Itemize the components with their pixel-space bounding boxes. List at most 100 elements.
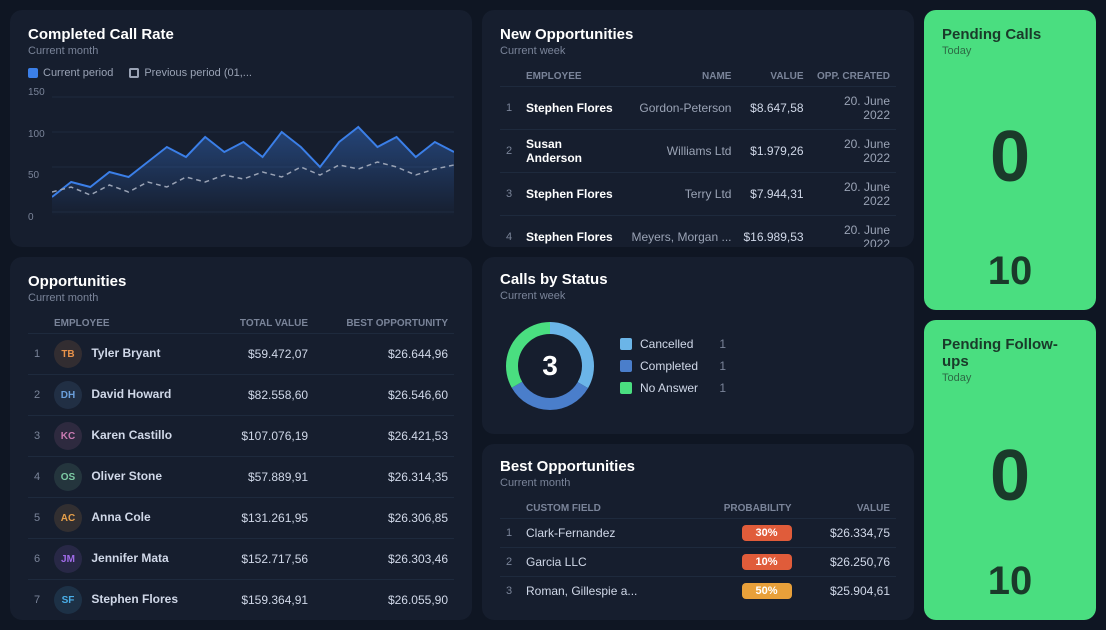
col-probability: PROBABILITY — [689, 499, 798, 519]
opportunities-title: Opportunities — [28, 273, 454, 290]
best-opp-table: CUSTOM FIELD PROBABILITY VALUE 1 Clark-F… — [500, 499, 896, 605]
row-employee: Susan Anderson — [520, 130, 625, 173]
employee-name: Jennifer Mata — [91, 551, 168, 565]
pending-cards-container: Pending Calls Today 0 10 Pending Follow-… — [924, 10, 1096, 620]
row-rank: 2 — [500, 547, 520, 576]
row-rank: 4 — [28, 457, 48, 498]
row-total-value: $107.076,19 — [215, 416, 314, 457]
row-employee: DH David Howard — [48, 375, 215, 416]
row-name: Clark-Fernandez — [520, 518, 689, 547]
row-name: Garcia LLC — [520, 547, 689, 576]
best-opportunities-title: Best Opportunities — [500, 458, 896, 475]
row-name: Williams Ltd — [625, 130, 738, 173]
pending-followups-sub-number: 10 — [942, 559, 1078, 604]
new-opportunities-title: New Opportunities — [500, 26, 896, 43]
chart-legend: Current period Previous period (01,... — [28, 67, 454, 79]
cancelled-dot — [620, 338, 632, 350]
table-row: 6 JM Jennifer Mata $152.717,56 $26.303,4… — [28, 539, 454, 580]
col-value: VALUE — [737, 67, 809, 87]
row-value: $25.904,61 — [798, 576, 896, 605]
row-name: Terry Ltd — [625, 173, 738, 216]
row-employee: AC Anna Cole — [48, 498, 215, 539]
row-value: $26.334,75 — [798, 518, 896, 547]
employee-name: Oliver Stone — [91, 469, 162, 483]
legend-previous: Previous period (01,... — [129, 67, 252, 79]
avatar: DH — [54, 381, 82, 409]
col-rank — [28, 314, 48, 334]
table-row: 3 Stephen Flores Terry Ltd $7.944,31 20.… — [500, 173, 896, 216]
completed-dot — [620, 360, 632, 372]
col-opp-created: OPP. CREATED — [810, 67, 896, 87]
legend-current-icon — [28, 68, 38, 78]
new-opportunities-card: New Opportunities Current week EMPLOYEE … — [482, 10, 914, 247]
row-rank: 2 — [28, 375, 48, 416]
row-employee: TB Tyler Bryant — [48, 334, 215, 375]
row-date: 20. June 2022 — [810, 216, 896, 248]
legend-current-label: Current period — [43, 67, 113, 79]
col-name: NAME — [625, 67, 738, 87]
row-rank: 1 — [28, 334, 48, 375]
employee-name: Stephen Flores — [91, 592, 178, 606]
pending-calls-card: Pending Calls Today 0 10 — [924, 10, 1096, 310]
table-row: 1 Clark-Fernandez 30% $26.334,75 — [500, 518, 896, 547]
probability-bar: 30% — [742, 525, 792, 541]
col-best: BEST OPPORTUNITY — [314, 314, 454, 334]
row-rank: 3 — [500, 173, 520, 216]
y-axis-labels: 150 100 50 0 — [28, 87, 45, 227]
col-employee — [500, 67, 520, 87]
legend-no-answer: No Answer 1 — [620, 381, 726, 395]
row-total-value: $57.889,91 — [215, 457, 314, 498]
row-name: Roman, Gillespie a... — [520, 576, 689, 605]
calls-by-status-subtitle: Current week — [500, 290, 896, 302]
row-total-value: $59.472,07 — [215, 334, 314, 375]
avatar: SF — [54, 586, 82, 614]
no-answer-dot — [620, 382, 632, 394]
calls-legend: Cancelled 1 Completed 1 No Answer 1 — [620, 337, 726, 395]
row-employee: SF Stephen Flores — [48, 580, 215, 621]
legend-previous-label: Previous period (01,... — [144, 67, 252, 79]
row-employee: KC Karen Castillo — [48, 416, 215, 457]
best-opportunities-card: Best Opportunities Current month CUSTOM … — [482, 444, 914, 621]
new-opportunities-table: EMPLOYEE NAME VALUE OPP. CREATED 1 Steph… — [500, 67, 896, 247]
row-best-opp: $26.303,46 — [314, 539, 454, 580]
cancelled-count: 1 — [706, 337, 726, 351]
employee-name: Anna Cole — [91, 510, 150, 524]
row-rank: 4 — [500, 216, 520, 248]
legend-previous-icon — [129, 68, 139, 78]
row-rank: 3 — [500, 576, 520, 605]
pending-followups-main-number: 0 — [942, 392, 1078, 559]
row-rank: 1 — [500, 518, 520, 547]
row-rank: 7 — [28, 580, 48, 621]
chart-area: 150 100 50 0 — [28, 87, 454, 227]
row-value: $1.979,26 — [737, 130, 809, 173]
employee-name: Karen Castillo — [91, 428, 172, 442]
legend-completed: Completed 1 — [620, 359, 726, 373]
probability-bar: 10% — [742, 554, 792, 570]
avatar: TB — [54, 340, 82, 368]
row-employee: Stephen Flores — [520, 173, 625, 216]
row-best-opp: $26.314,35 — [314, 457, 454, 498]
avatar: AC — [54, 504, 82, 532]
col-value: VALUE — [798, 499, 896, 519]
calls-by-status-title: Calls by Status — [500, 271, 896, 288]
employee-name: David Howard — [91, 387, 171, 401]
row-date: 20. June 2022 — [810, 130, 896, 173]
calls-by-status-body: 3 Cancelled 1 Completed 1 No — [500, 312, 896, 420]
table-row: 1 TB Tyler Bryant $59.472,07 $26.644,96 — [28, 334, 454, 375]
legend-cancelled: Cancelled 1 — [620, 337, 726, 351]
no-answer-count: 1 — [706, 381, 726, 395]
col-total: TOTAL VALUE — [215, 314, 314, 334]
row-rank: 2 — [500, 130, 520, 173]
pending-calls-title: Pending Calls — [942, 26, 1078, 43]
calls-by-status-card: Calls by Status Current week 3 — [482, 257, 914, 434]
pending-followups-card: Pending Follow-ups Today 0 10 — [924, 320, 1096, 620]
avatar: OS — [54, 463, 82, 491]
pending-calls-sub-number: 10 — [942, 249, 1078, 294]
avatar: KC — [54, 422, 82, 450]
table-row: 3 Roman, Gillespie a... 50% $25.904,61 — [500, 576, 896, 605]
row-total-value: $152.717,56 — [215, 539, 314, 580]
table-row: 3 KC Karen Castillo $107.076,19 $26.421,… — [28, 416, 454, 457]
no-answer-label: No Answer — [640, 381, 698, 395]
table-row: 5 AC Anna Cole $131.261,95 $26.306,85 — [28, 498, 454, 539]
opportunities-table: EMPLOYEE TOTAL VALUE BEST OPPORTUNITY 1 … — [28, 314, 454, 620]
